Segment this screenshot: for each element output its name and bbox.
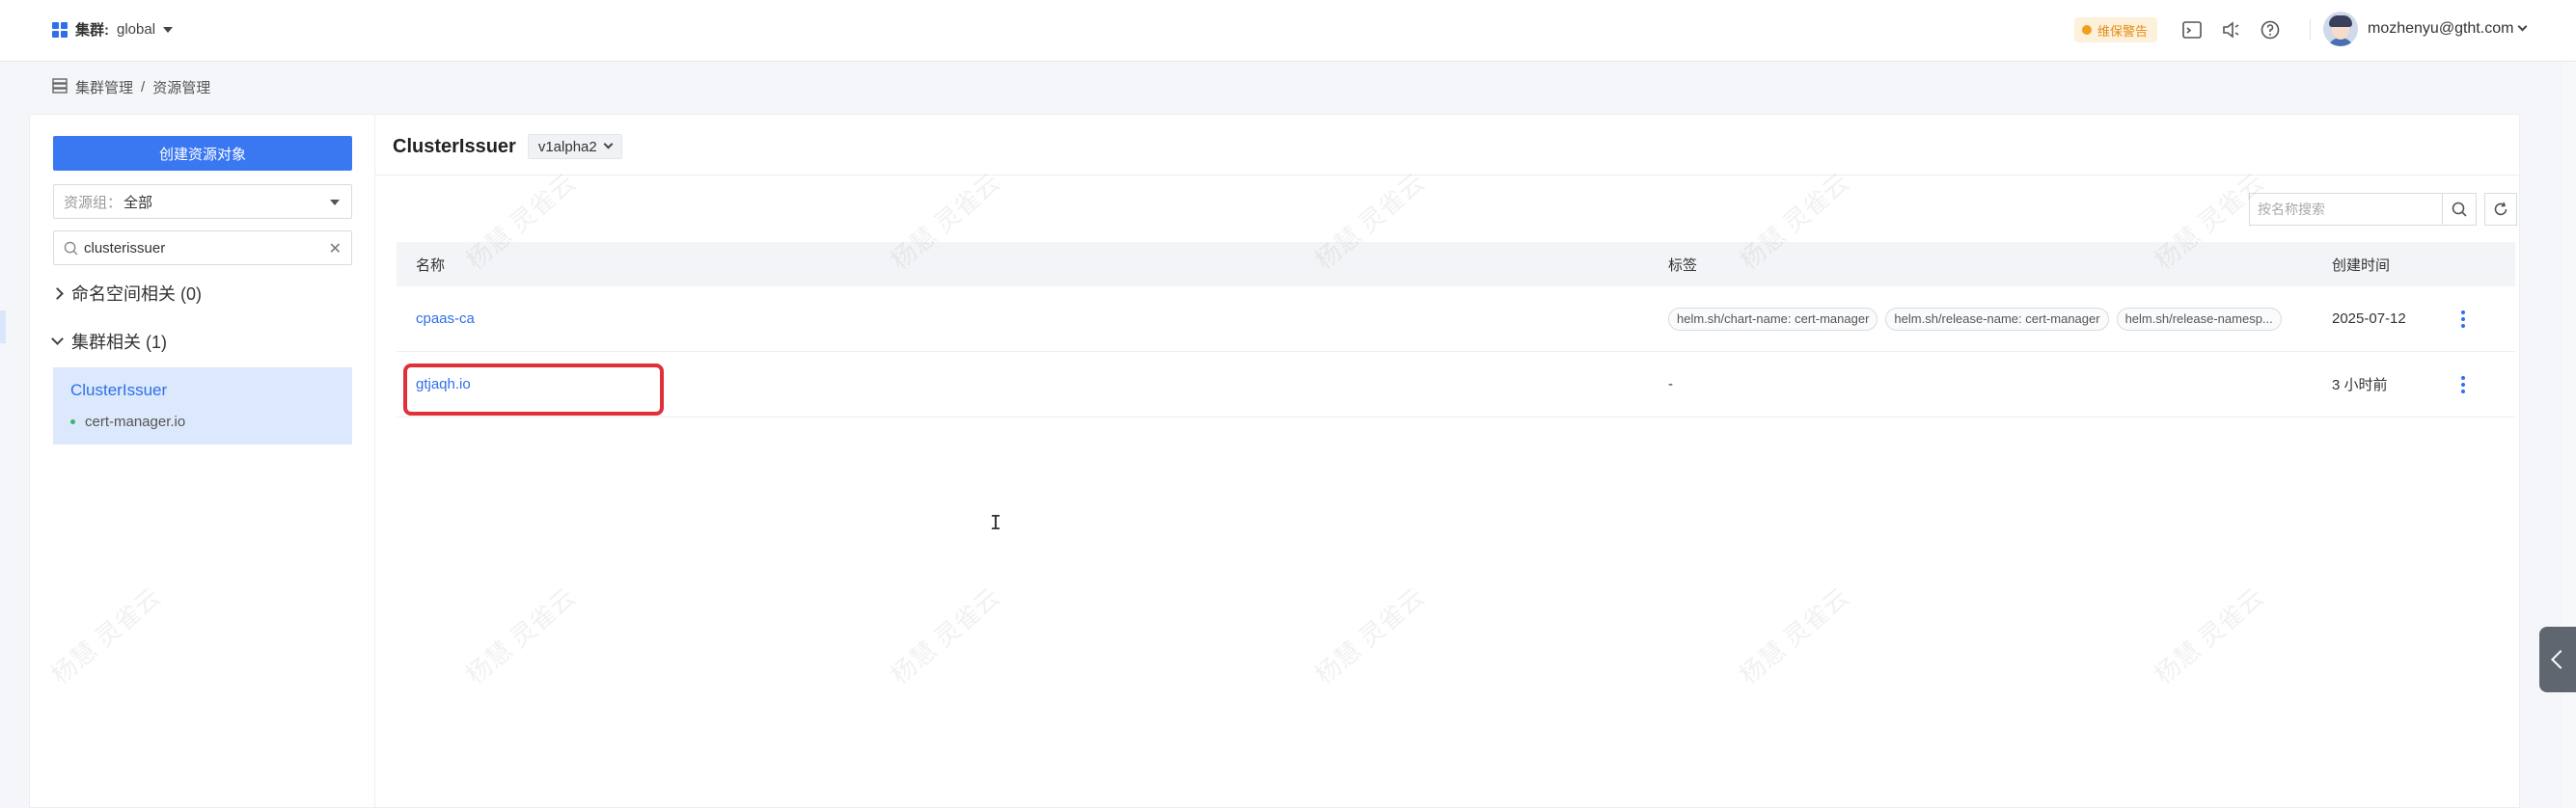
maintenance-warning-badge[interactable]: 维保警告 <box>2074 17 2158 42</box>
labels-cell: - <box>1668 376 1673 392</box>
table-row: gtjaqh.io - 3 小时前 <box>397 352 2515 417</box>
page-title: ClusterIssuer <box>393 135 516 157</box>
resource-sidebar: 创建资源对象 资源组： 全部 clusterissuer ✕ 命名空间相关 (0… <box>30 115 375 808</box>
column-header-name: 名称 <box>416 256 446 274</box>
chevron-down-icon <box>51 333 64 345</box>
chevron-right-icon <box>51 286 64 300</box>
tree-item-clusterissuer[interactable]: ClusterIssuer cert-manager.io <box>53 367 352 444</box>
cluster-selector[interactable]: 集群: global <box>52 19 174 40</box>
clear-icon[interactable]: ✕ <box>329 239 342 258</box>
label-tag: helm.sh/release-namesp... <box>2116 307 2282 331</box>
breadcrumb-separator: / <box>141 79 146 95</box>
text-cursor-icon: I <box>990 511 1002 534</box>
breadcrumb: 集群管理 / 资源管理 <box>52 77 210 97</box>
status-dot-icon <box>70 419 75 424</box>
resource-filter-input[interactable]: clusterissuer ✕ <box>53 230 352 265</box>
label-tag: helm.sh/chart-name: cert-manager <box>1668 307 1878 331</box>
table-header: 名称 标签 创建时间 <box>397 242 2515 286</box>
cluster-grid-icon <box>52 77 68 97</box>
collapse-panel-button[interactable] <box>2539 627 2576 692</box>
column-header-created: 创建时间 <box>2332 256 2391 274</box>
cluster-label: 集群: <box>75 22 109 39</box>
more-actions-icon[interactable] <box>2461 310 2465 328</box>
tree-group-label: 集群相关 (1) <box>71 333 167 352</box>
search-input[interactable]: 按名称搜索 <box>2249 193 2442 226</box>
tree-group-label: 命名空间相关 (0) <box>71 284 202 304</box>
search-button[interactable] <box>2442 193 2477 226</box>
breadcrumb-current: 资源管理 <box>152 80 211 96</box>
top-bar: 集群: global 维保警告 mozhenyu@gtht.com <box>0 0 2576 62</box>
warning-dot-icon <box>2082 25 2092 35</box>
table-row: cpaas-ca helm.sh/chart-name: cert-manage… <box>397 286 2515 352</box>
terminal-icon[interactable] <box>2180 18 2204 41</box>
tree-group-cluster[interactable]: 集群相关 (1) <box>51 329 167 354</box>
search-icon <box>64 241 78 256</box>
main-card: 创建资源对象 资源组： 全部 clusterissuer ✕ 命名空间相关 (0… <box>29 114 2521 808</box>
resource-group-value: 全部 <box>123 194 153 211</box>
tree-item-title: ClusterIssuer <box>70 381 168 399</box>
announcement-icon[interactable] <box>2219 18 2242 41</box>
column-header-labels: 标签 <box>1668 256 1698 274</box>
warning-badge-label: 维保警告 <box>2097 23 2149 39</box>
help-icon[interactable] <box>2259 18 2282 41</box>
tree-item-api-group: cert-manager.io <box>70 414 335 430</box>
api-group-label: cert-manager.io <box>85 414 186 430</box>
chevron-down-icon <box>603 139 614 149</box>
search-placeholder: 按名称搜索 <box>2258 202 2325 217</box>
refresh-button[interactable] <box>2484 193 2517 226</box>
tree-group-namespaced[interactable]: 命名空间相关 (0) <box>51 281 202 306</box>
more-actions-icon[interactable] <box>2461 375 2465 393</box>
header-divider <box>2310 19 2311 40</box>
version-value: v1alpha2 <box>537 138 597 155</box>
caret-down-icon <box>330 200 340 205</box>
created-time: 2025-07-12 <box>2332 310 2406 327</box>
resource-header: ClusterIssuer v1alpha2 <box>393 134 622 159</box>
resource-table: 名称 标签 创建时间 cpaas-ca helm.sh/chart-name: … <box>397 242 2515 417</box>
version-select[interactable]: v1alpha2 <box>527 134 622 159</box>
cluster-grid-icon <box>52 21 68 38</box>
labels-cell: helm.sh/chart-name: cert-manager helm.sh/… <box>1668 307 2289 331</box>
create-resource-button[interactable]: 创建资源对象 <box>53 136 352 171</box>
resource-name-link[interactable]: cpaas-ca <box>416 310 475 327</box>
search-icon <box>2452 202 2467 217</box>
filter-value: clusterissuer <box>84 239 166 256</box>
chevron-down-icon <box>2517 21 2528 32</box>
chevron-left-icon <box>2551 650 2570 669</box>
left-rail-indicator <box>0 310 6 343</box>
label-tag: helm.sh/release-name: cert-manager <box>1885 307 2109 331</box>
caret-down-icon <box>163 26 174 33</box>
page-scrollbar[interactable] <box>2562 62 2576 808</box>
cluster-value: global <box>117 21 156 38</box>
user-email: mozhenyu@gtht.com <box>2368 20 2514 37</box>
user-menu[interactable]: mozhenyu@gtht.com <box>2323 12 2528 46</box>
resource-group-select[interactable]: 资源组： 全部 <box>53 184 352 219</box>
highlight-box <box>403 364 664 416</box>
refresh-icon <box>2493 202 2508 217</box>
avatar <box>2323 12 2358 46</box>
resource-content: ClusterIssuer v1alpha2 按名称搜索 名称 标签 创建时间 <box>375 115 2521 808</box>
breadcrumb-parent[interactable]: 集群管理 <box>75 77 133 97</box>
created-time: 3 小时前 <box>2332 377 2388 393</box>
resource-group-label: 资源组： <box>64 194 123 211</box>
